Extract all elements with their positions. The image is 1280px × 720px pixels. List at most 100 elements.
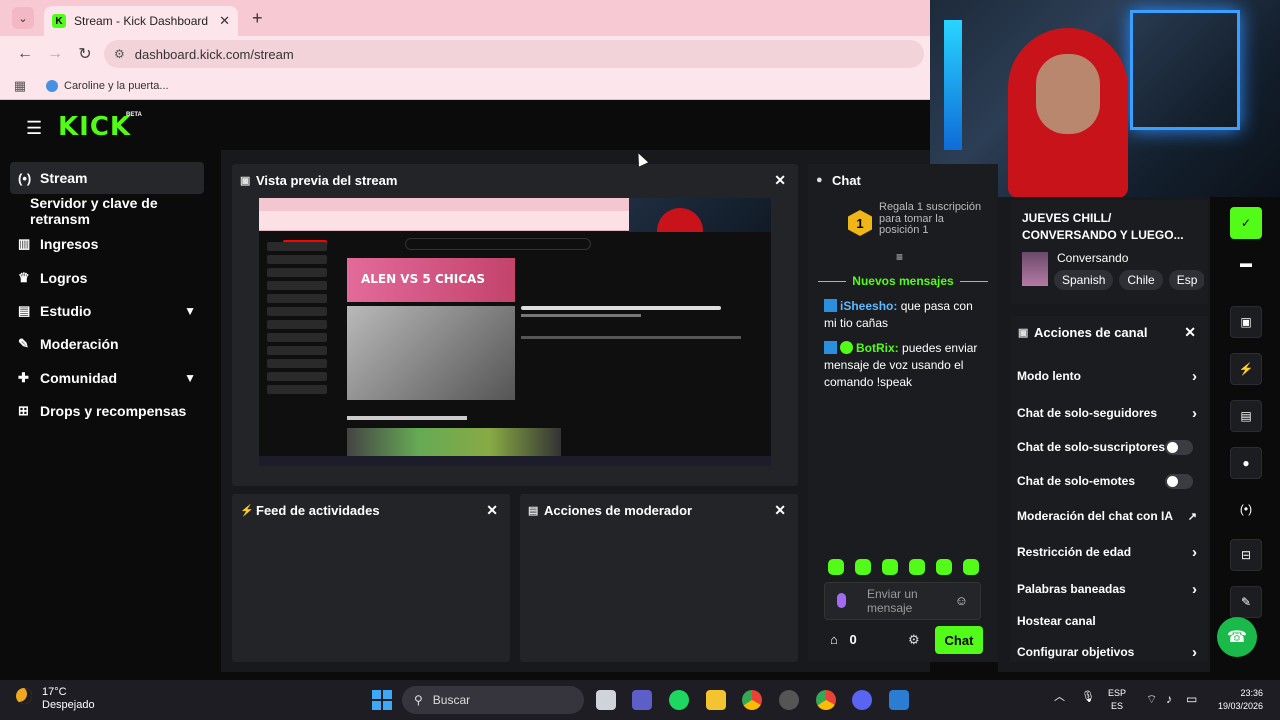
- emotes-only-toggle[interactable]: [1165, 473, 1193, 489]
- panel-title: Acciones de canal: [1034, 324, 1148, 340]
- tag-chip[interactable]: Chile: [1119, 270, 1163, 290]
- reload-icon[interactable]: ↻: [70, 44, 100, 64]
- expand-leaderboard-icon[interactable]: ≡: [896, 250, 903, 264]
- action-goals[interactable]: Configurar objetivos ›: [1017, 642, 1201, 662]
- close-icon[interactable]: ✕: [774, 172, 786, 189]
- subscribers-only-toggle[interactable]: [1165, 439, 1193, 455]
- sidebar-item-stream[interactable]: (•) Stream: [10, 162, 204, 194]
- revenue-icon: ▥: [18, 236, 31, 251]
- tab-search-chevron-icon[interactable]: ⌄: [12, 7, 34, 29]
- stream-preview-video[interactable]: ALEN VS 5 CHICAS: [259, 198, 771, 466]
- kick-logo[interactable]: KICK: [58, 112, 131, 142]
- chat-username[interactable]: iSheesho:: [840, 299, 897, 313]
- sidebar-item-studio[interactable]: ▤ Estudio ▼: [10, 295, 204, 327]
- microphone-icon[interactable]: [837, 593, 846, 608]
- sidebar-item-drops[interactable]: ⊞ Drops y recompensas: [10, 395, 204, 427]
- external-link-icon: ↗: [1187, 510, 1197, 523]
- windows-start-icon[interactable]: [372, 690, 392, 710]
- emote-icon[interactable]: [936, 559, 952, 575]
- url-field[interactable]: ⚙ dashboard.kick.com/stream: [104, 40, 924, 68]
- sidebar-item-achievements[interactable]: ♛ Logros: [10, 262, 204, 294]
- gift-icon: ⊞: [18, 403, 29, 418]
- broadcast-icon[interactable]: (•): [1230, 493, 1262, 525]
- spotify-icon[interactable]: [669, 690, 689, 710]
- wrench-icon[interactable]: ✎: [1230, 586, 1262, 618]
- battery-icon[interactable]: ▭: [1186, 692, 1197, 706]
- check-icon[interactable]: ✓: [1230, 207, 1262, 239]
- send-chat-button[interactable]: Chat: [935, 626, 983, 654]
- bookmark-item[interactable]: Caroline y la puerta...: [64, 80, 169, 92]
- taskbar-search[interactable]: ⚲ Buscar: [402, 686, 584, 714]
- action-ai-moderation[interactable]: Moderación del chat con IA ↗: [1017, 506, 1201, 526]
- emote-icon[interactable]: [882, 559, 898, 575]
- menu-icon[interactable]: ☰: [26, 118, 42, 139]
- action-age-restriction[interactable]: Restricción de edad ›: [1017, 542, 1201, 562]
- close-icon[interactable]: ✕: [1184, 324, 1196, 341]
- emote-icon[interactable]: [828, 559, 844, 575]
- chrome-active-icon[interactable]: [816, 690, 836, 710]
- sidebar-item-community[interactable]: ✚ Comunidad ▼: [10, 362, 204, 394]
- thumbnail-text: ALEN VS 5 CHICAS: [360, 272, 485, 286]
- lightning-icon[interactable]: ⚡: [1230, 353, 1262, 385]
- sidebar-item-server-key[interactable]: Servidor y clave de retransm: [10, 195, 204, 227]
- action-label: Palabras baneadas: [1017, 582, 1126, 596]
- chat-username[interactable]: BotRix:: [856, 341, 899, 355]
- action-host-channel[interactable]: Hostear canal: [1017, 611, 1201, 631]
- apps-grid-icon[interactable]: ▦: [0, 78, 40, 94]
- language-indicator[interactable]: ESP ES: [1106, 687, 1128, 713]
- close-icon[interactable]: ✕: [774, 502, 786, 519]
- wifi-icon[interactable]: ⌔: [1146, 692, 1157, 707]
- log-icon[interactable]: ▤: [1230, 400, 1262, 432]
- action-followers-only[interactable]: Chat de solo-seguidores ›: [1017, 403, 1201, 423]
- word-icon[interactable]: [889, 690, 909, 710]
- tag-chip[interactable]: Esp: [1168, 270, 1204, 290]
- stream-category[interactable]: Conversando: [1057, 251, 1128, 265]
- sidebar-item-moderation[interactable]: ✎ Moderación: [10, 328, 204, 360]
- close-icon[interactable]: ✕: [486, 502, 498, 519]
- preview-toggle-icon[interactable]: ▣: [1230, 306, 1262, 338]
- action-banned-words[interactable]: Palabras baneadas ›: [1017, 579, 1201, 599]
- tag-chip[interactable]: Spanish: [1054, 270, 1114, 290]
- support-headset-icon[interactable]: ☎: [1217, 617, 1257, 657]
- preview-address-bar: [259, 211, 629, 221]
- volume-icon[interactable]: ♪: [1166, 692, 1172, 706]
- category-thumbnail: [1022, 252, 1048, 286]
- chat-input[interactable]: Enviar un mensaje ☺: [824, 582, 981, 620]
- tray-mic-icon[interactable]: 🎙: [1081, 690, 1095, 703]
- emote-icon[interactable]: [963, 559, 979, 575]
- chat-settings-icon[interactable]: ⚙: [908, 632, 920, 648]
- obs-icon[interactable]: [779, 690, 799, 710]
- chat-bubble-icon[interactable]: ●: [1230, 447, 1262, 479]
- url-text: dashboard.kick.com/stream: [134, 46, 294, 62]
- sidebar-item-revenue[interactable]: ▥ Ingresos: [10, 228, 204, 260]
- site-info-icon[interactable]: ⚙: [114, 47, 125, 61]
- gift-leaderboard-text[interactable]: Regala 1 suscripción para tomar la posic…: [879, 201, 983, 237]
- forward-icon[interactable]: →: [40, 45, 70, 63]
- action-slow-mode[interactable]: Modo lento ›: [1017, 366, 1201, 386]
- emoji-picker-icon[interactable]: ☺: [955, 593, 968, 608]
- sidebar-item-label: Moderación: [40, 336, 119, 352]
- chrome-icon[interactable]: [742, 690, 762, 710]
- mod-actions-icon[interactable]: ⊟: [1230, 539, 1262, 571]
- browser-tab[interactable]: K Stream - Kick Dashboard ✕: [44, 6, 238, 36]
- action-label: Chat de solo-emotes: [1017, 474, 1136, 488]
- back-icon[interactable]: ←: [10, 45, 40, 63]
- close-tab-icon[interactable]: ✕: [219, 13, 230, 29]
- browser-tab-bar: ⌄ K Stream - Kick Dashboard ✕ +: [0, 0, 930, 36]
- emote-icon[interactable]: [855, 559, 871, 575]
- file-explorer-icon[interactable]: [706, 690, 726, 710]
- tray-chevron-icon[interactable]: ︿: [1054, 688, 1065, 704]
- clock-date: 19/03/2026: [1217, 701, 1263, 711]
- panel-header: ▣ Acciones de canal ✕: [1010, 316, 1208, 348]
- teams-icon[interactable]: [632, 690, 652, 710]
- layout-icon[interactable]: ▬: [1230, 247, 1262, 279]
- task-view-icon[interactable]: [596, 690, 616, 710]
- studio-icon: ▤: [18, 303, 31, 318]
- channel-points[interactable]: ⌂ 0: [830, 632, 857, 647]
- taskbar-clock[interactable]: 23:36 19/03/2026: [1207, 687, 1263, 713]
- bookmark-favicon-icon: [46, 79, 58, 92]
- new-tab-icon[interactable]: +: [252, 8, 263, 29]
- emote-icon[interactable]: [909, 559, 925, 575]
- discord-icon[interactable]: [852, 690, 872, 710]
- stream-info-card[interactable]: JUEVES CHILL/ CONVERSANDO Y LUEGO... Con…: [1010, 200, 1208, 304]
